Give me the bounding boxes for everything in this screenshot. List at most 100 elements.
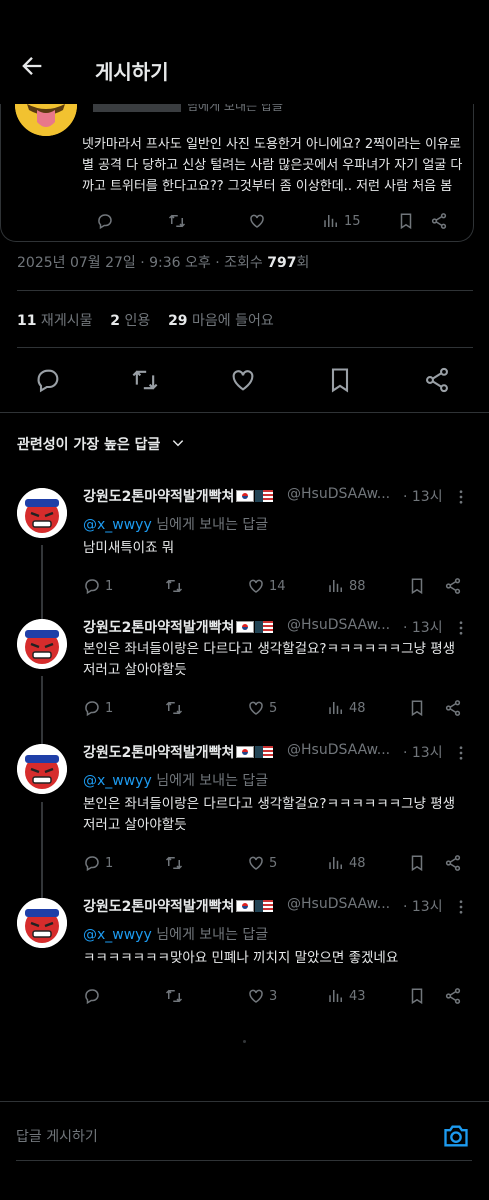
reply-text: ㅋㅋㅋㅋㅋㅋㅋ맞아요 민폐나 끼치지 말았으면 좋겠네요 — [83, 950, 399, 966]
angry-mascot-icon — [17, 898, 67, 948]
like-button[interactable]: 5 — [247, 852, 277, 874]
avatar[interactable] — [17, 619, 67, 669]
divider — [17, 290, 473, 291]
reply-button[interactable]: 1 — [83, 575, 113, 597]
like-button[interactable]: 5 — [247, 697, 277, 719]
like-count: 3 — [269, 988, 278, 1004]
parent-tweet[interactable]: 님에게 보내는 답글 넷카마라서 프사도 일반인 사진 도용한거 아니에요? 2… — [0, 104, 474, 242]
repost-button[interactable] — [165, 575, 183, 597]
bookmark-button[interactable] — [408, 697, 426, 719]
views-button[interactable]: 88 — [327, 575, 366, 597]
tweet-actions: 15 — [82, 210, 452, 232]
share-button[interactable] — [444, 985, 462, 1007]
avatar[interactable] — [17, 744, 67, 794]
author-handle[interactable]: @HsuDSAAw... — [287, 742, 390, 758]
reply-button[interactable]: 1 — [83, 697, 113, 719]
divider — [17, 347, 473, 348]
reply-text: 남미새특이죠 뭐 — [83, 540, 175, 556]
bookmark-button[interactable] — [408, 852, 426, 874]
more-button[interactable] — [452, 488, 470, 506]
camera-button[interactable] — [442, 1123, 472, 1149]
share-button[interactable] — [423, 366, 453, 394]
likes-stat[interactable]: 29 마음에 들어요 — [168, 313, 274, 329]
avatar[interactable] — [17, 488, 67, 538]
repost-button[interactable] — [165, 852, 183, 874]
more-button[interactable] — [452, 744, 470, 762]
top-bar: 게시하기 — [0, 0, 489, 104]
share-button[interactable] — [444, 852, 462, 874]
bookmark-button[interactable] — [408, 575, 426, 597]
like-count: 5 — [269, 700, 278, 716]
mention-link[interactable]: @x_wwyy — [83, 927, 152, 943]
reply-sort-dropdown[interactable]: 관련성이 가장 높은 답글 — [17, 434, 185, 454]
share-button[interactable] — [444, 575, 462, 597]
avatar[interactable] — [17, 898, 67, 948]
reply-count: 1 — [105, 700, 114, 716]
bookmark-icon — [400, 213, 412, 230]
views-button[interactable]: 48 — [327, 697, 366, 719]
like-icon — [249, 701, 263, 715]
views-icon — [324, 215, 337, 227]
mention-link[interactable]: @x_wwyy — [83, 773, 152, 789]
like-button[interactable]: 3 — [247, 985, 277, 1007]
datetime-text: 2025년 07월 27일 · 9:36 오후 · 조회수 — [17, 255, 268, 271]
reply-button[interactable]: 1 — [83, 852, 113, 874]
reply-button[interactable] — [34, 366, 64, 394]
tweet-timestamp: 2025년 07월 27일 · 9:36 오후 · 조회수 797회 — [17, 252, 309, 272]
views-count: 15 — [344, 213, 361, 229]
reposts-stat[interactable]: 11 재게시물 — [17, 313, 92, 329]
reply-input[interactable]: 답글 게시하기 — [16, 1126, 98, 1146]
bookmark-button[interactable] — [326, 366, 356, 394]
views-total: 797 — [267, 255, 297, 271]
mention-link[interactable]: @x_wwyy — [83, 517, 152, 533]
repost-button[interactable] — [165, 697, 183, 719]
repost-button[interactable] — [165, 985, 183, 1007]
reply-icon — [85, 856, 99, 872]
reply-icon — [85, 579, 99, 595]
author-handle[interactable]: @HsuDSAAw... — [287, 896, 390, 912]
reply-actions: 3 43 — [83, 985, 473, 1007]
tweet-text: 넷카마라서 프사도 일반인 사진 도용한거 아니에요? 2찍이라는 이유로 별 … — [82, 137, 463, 194]
views-count: 43 — [349, 988, 366, 1004]
author-name[interactable]: 강원도2톤마약적발개빡쳐 — [83, 617, 274, 637]
views-button[interactable]: 48 — [327, 852, 366, 874]
quotes-stat[interactable]: 2 인용 — [110, 313, 150, 329]
reply-count: 1 — [105, 578, 114, 594]
reply-composer: 답글 게시하기 — [0, 1101, 489, 1161]
reply-count: 1 — [105, 855, 114, 871]
bookmark-button[interactable] — [397, 210, 415, 232]
reply-button[interactable] — [96, 210, 114, 232]
more-button[interactable] — [452, 619, 470, 637]
author-name[interactable]: 강원도2톤마약적발개빡쳐 — [83, 896, 274, 916]
more-button[interactable] — [452, 898, 470, 916]
back-button[interactable] — [18, 52, 58, 86]
like-button[interactable] — [229, 366, 259, 394]
bookmark-button[interactable] — [408, 985, 426, 1007]
share-button[interactable] — [444, 697, 462, 719]
avatar[interactable] — [15, 104, 77, 136]
redacted-name — [93, 104, 181, 112]
author-handle[interactable]: @HsuDSAAw... — [287, 617, 390, 633]
chevron-down-icon — [173, 440, 184, 447]
share-icon — [445, 578, 461, 594]
author-name[interactable]: 강원도2톤마약적발개빡쳐 — [83, 742, 274, 762]
share-icon — [426, 367, 448, 393]
repost-button[interactable] — [131, 366, 161, 394]
divider — [16, 1160, 472, 1161]
share-button[interactable] — [430, 210, 448, 232]
like-icon — [249, 989, 263, 1003]
us-flag-icon — [255, 621, 274, 633]
repost-button[interactable] — [168, 210, 186, 232]
views-button[interactable]: 43 — [327, 985, 366, 1007]
repost-icon — [165, 579, 183, 593]
like-button[interactable] — [248, 210, 266, 232]
reply-button[interactable] — [83, 985, 105, 1007]
author-handle[interactable]: @HsuDSAAw... — [287, 486, 390, 502]
reply-actions: 1 5 48 — [83, 852, 473, 874]
thread-line — [41, 676, 43, 746]
views-button[interactable]: 15 — [322, 210, 361, 232]
like-button[interactable]: 14 — [247, 575, 286, 597]
reply-text: 본인은 좌녀들이랑은 다르다고 생각할걸요?ㅋㅋㅋㅋㅋㅋ그냥 평생 저러고 살아… — [83, 641, 456, 678]
author-name[interactable]: 강원도2톤마약적발개빡쳐 — [83, 486, 274, 506]
reply-icon — [85, 701, 99, 717]
